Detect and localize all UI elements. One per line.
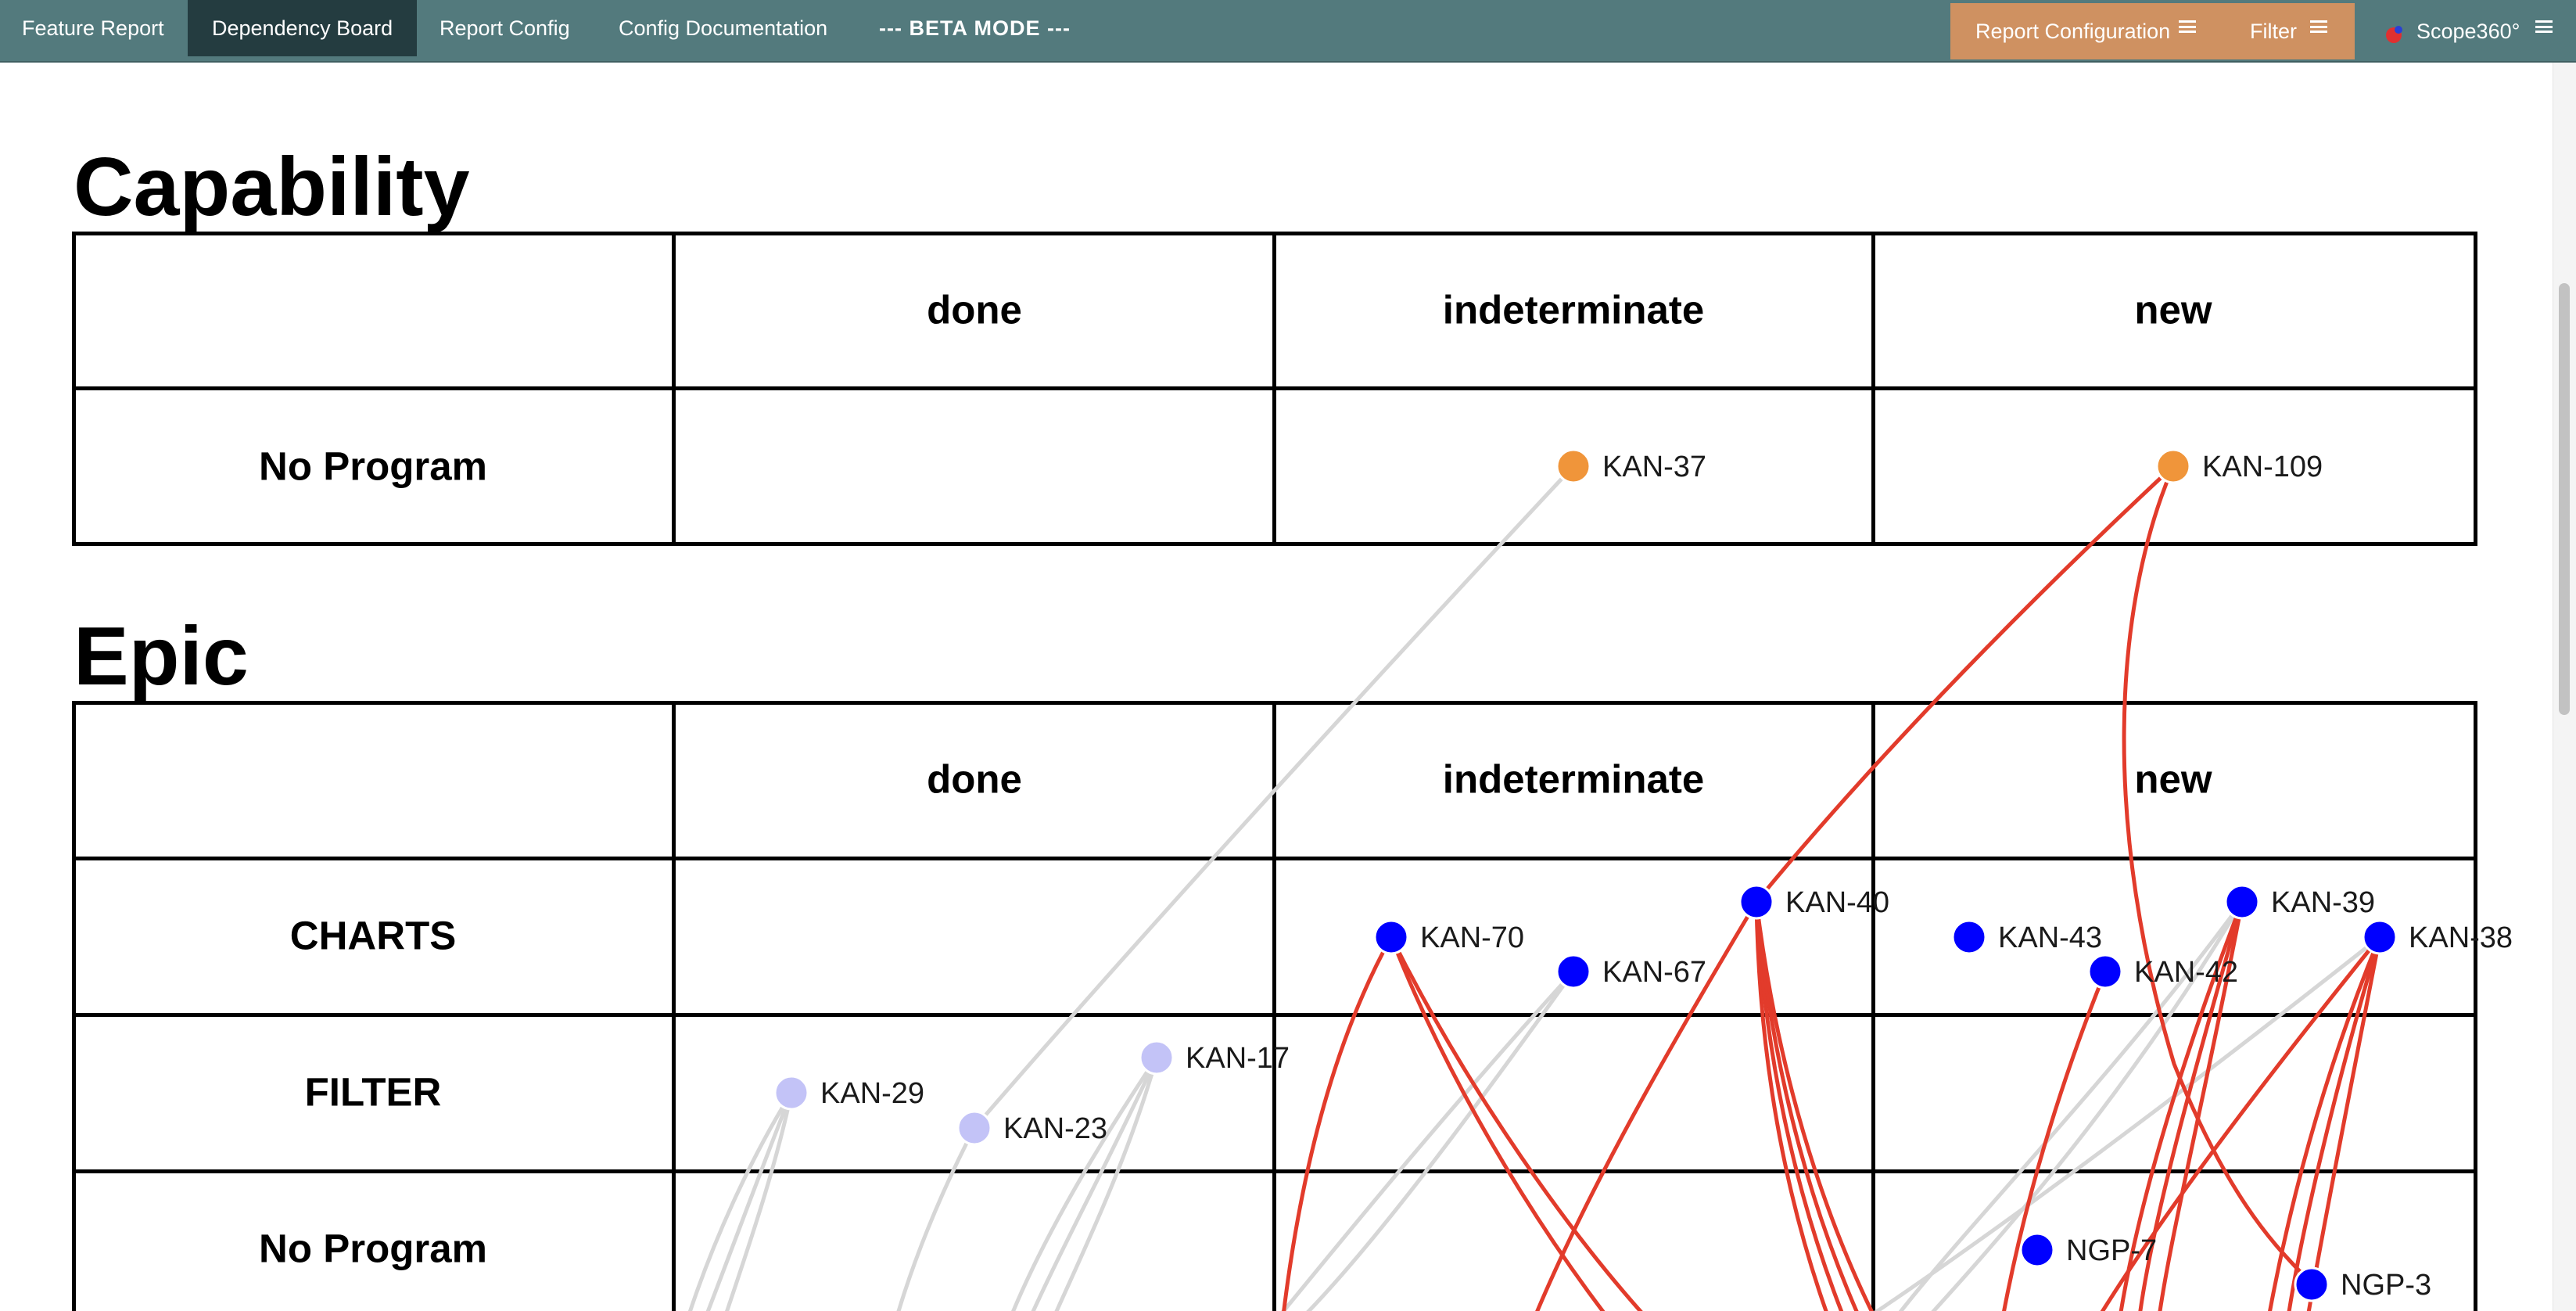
issue-node-kan-67[interactable]: KAN-67 [1555,954,1706,990]
top-navbar: Feature Report Dependency Board Report C… [0,0,2576,63]
issue-node-kan-43[interactable]: KAN-43 [1951,919,2102,955]
page-scrollbar-thumb[interactable] [2559,283,2570,715]
issue-node-label: KAN-23 [1003,1112,1107,1145]
issue-node-dot[interactable] [2294,1266,2330,1302]
issue-node-dot[interactable] [773,1075,809,1111]
issue-node-label: KAN-38 [2409,921,2513,954]
issue-node-label: KAN-42 [2134,956,2238,989]
issue-node-label: NGP-3 [2341,1269,2431,1302]
dependency-edge [1054,1055,1159,1311]
issue-node-kan-40[interactable]: KAN-40 [1738,884,1889,920]
report-configuration-button[interactable]: Report Configuration [1975,3,2170,59]
dependency-edge [896,1126,977,1311]
issue-node-label: KAN-109 [2202,451,2323,483]
issue-node-label: KAN-29 [820,1077,924,1110]
issue-node-kan-39[interactable]: KAN-39 [2224,884,2375,920]
issue-node-label: KAN-40 [1785,886,1889,919]
issue-node-dot[interactable] [1555,954,1591,990]
issue-node-dot[interactable] [1373,919,1409,955]
nav-dependency-board[interactable]: Dependency Board [188,0,418,56]
issue-node-kan-109[interactable]: KAN-109 [2155,448,2323,484]
issue-node-kan-23[interactable]: KAN-23 [956,1110,1107,1146]
brand-menu-icon[interactable] [2535,20,2553,33]
nav-beta-mode: --- BETA MODE --- [879,16,1071,40]
dependency-edge [1031,1055,1159,1311]
dependency-graph: KAN-37 KAN-109 KAN-70 KAN-67 KAN-40 KAN-43 KAN… [687,448,2513,1311]
issue-node-kan-37[interactable]: KAN-37 [1555,448,1706,484]
brand-name[interactable]: Scope360° [2416,3,2520,59]
issue-node-ngp-3[interactable]: NGP-3 [2294,1266,2431,1302]
blocked-edge [2306,935,2382,1311]
blocked-edge [1754,464,2176,904]
blocked-edge [1282,935,1394,1311]
blocked-edge [1389,935,1643,1311]
nav-feature-report[interactable]: Feature Report [22,0,164,56]
issue-node-ngp-7[interactable]: NGP-7 [2019,1232,2157,1268]
issue-node-dot[interactable] [2087,954,2123,990]
issue-node-dot[interactable] [1951,919,1987,955]
nav-config-documentation[interactable]: Config Documentation [619,0,827,56]
issue-node-kan-38[interactable]: KAN-38 [2362,919,2513,955]
issue-node-dot[interactable] [1738,884,1774,920]
issue-node-kan-70[interactable]: KAN-70 [1373,919,1524,955]
issue-node-dot[interactable] [1555,448,1591,484]
issue-node-dot[interactable] [2362,919,2398,955]
dependency-edge [1281,969,1576,1311]
dependency-edges [687,464,2382,1311]
dependency-nodes: KAN-37 KAN-109 KAN-70 KAN-67 KAN-40 KAN-43 KAN… [773,448,2513,1302]
nav-report-config[interactable]: Report Config [439,0,570,56]
issue-node-kan-17[interactable]: KAN-17 [1139,1040,1290,1076]
filter-menu-icon[interactable] [2310,20,2327,33]
report-configuration-menu-icon[interactable] [2179,20,2196,33]
issue-node-label: NGP-7 [2066,1234,2157,1267]
issue-node-dot[interactable] [956,1110,992,1146]
filter-button[interactable]: Filter [2250,3,2297,59]
report-configuration-label: Report Configuration [1975,20,2171,43]
issue-node-label: KAN-67 [1602,956,1706,989]
dependency-edge [1011,1055,1159,1311]
issue-node-kan-42[interactable]: KAN-42 [2087,954,2238,990]
issue-node-label: KAN-39 [2271,886,2375,919]
issue-node-dot[interactable] [2155,448,2191,484]
issue-node-dot[interactable] [2224,884,2260,920]
issue-node-dot[interactable] [1139,1040,1175,1076]
issue-node-label: KAN-70 [1420,921,1524,954]
scope360-logo-icon [2386,26,2402,43]
issue-node-label: KAN-37 [1602,451,1706,483]
issue-node-dot[interactable] [2019,1232,2055,1268]
issue-node-label: KAN-17 [1186,1042,1290,1075]
dependency-edge [972,464,1576,1130]
filter-label: Filter [2250,20,2297,43]
issue-node-kan-29[interactable]: KAN-29 [773,1075,924,1111]
blocked-edge [2122,464,2314,1287]
issue-node-label: KAN-43 [1998,921,2102,954]
dependency-edge [705,1090,794,1311]
